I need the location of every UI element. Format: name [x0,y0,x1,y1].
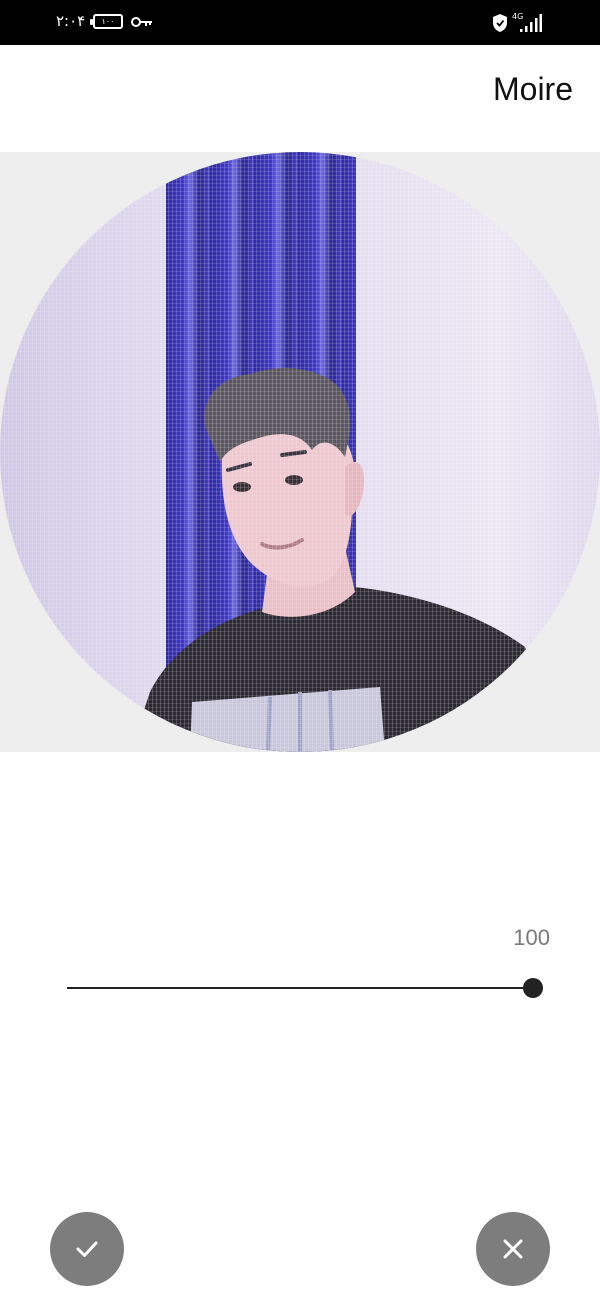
signal-icon [520,14,542,32]
slider-thumb[interactable] [523,978,543,998]
circular-photo [0,152,600,752]
moire-pattern [0,152,600,752]
image-preview [0,152,600,752]
slider-track[interactable] [67,987,533,989]
key-icon [131,17,152,27]
page-title: Moire [492,71,573,107]
confirm-button[interactable] [50,1212,124,1286]
slider-value: 100 [513,925,550,950]
check-icon [76,1241,98,1257]
intensity-slider[interactable] [67,976,543,1000]
cancel-button[interactable] [476,1212,550,1286]
battery-icon: ۱۰۰ [90,14,123,29]
status-bar: ۲:۰۴ ۱۰۰ 4G [0,0,600,45]
header: Moire [0,45,600,152]
shield-icon [493,14,507,32]
close-icon [503,1239,523,1259]
status-time: ۲:۰۴ [56,12,86,30]
